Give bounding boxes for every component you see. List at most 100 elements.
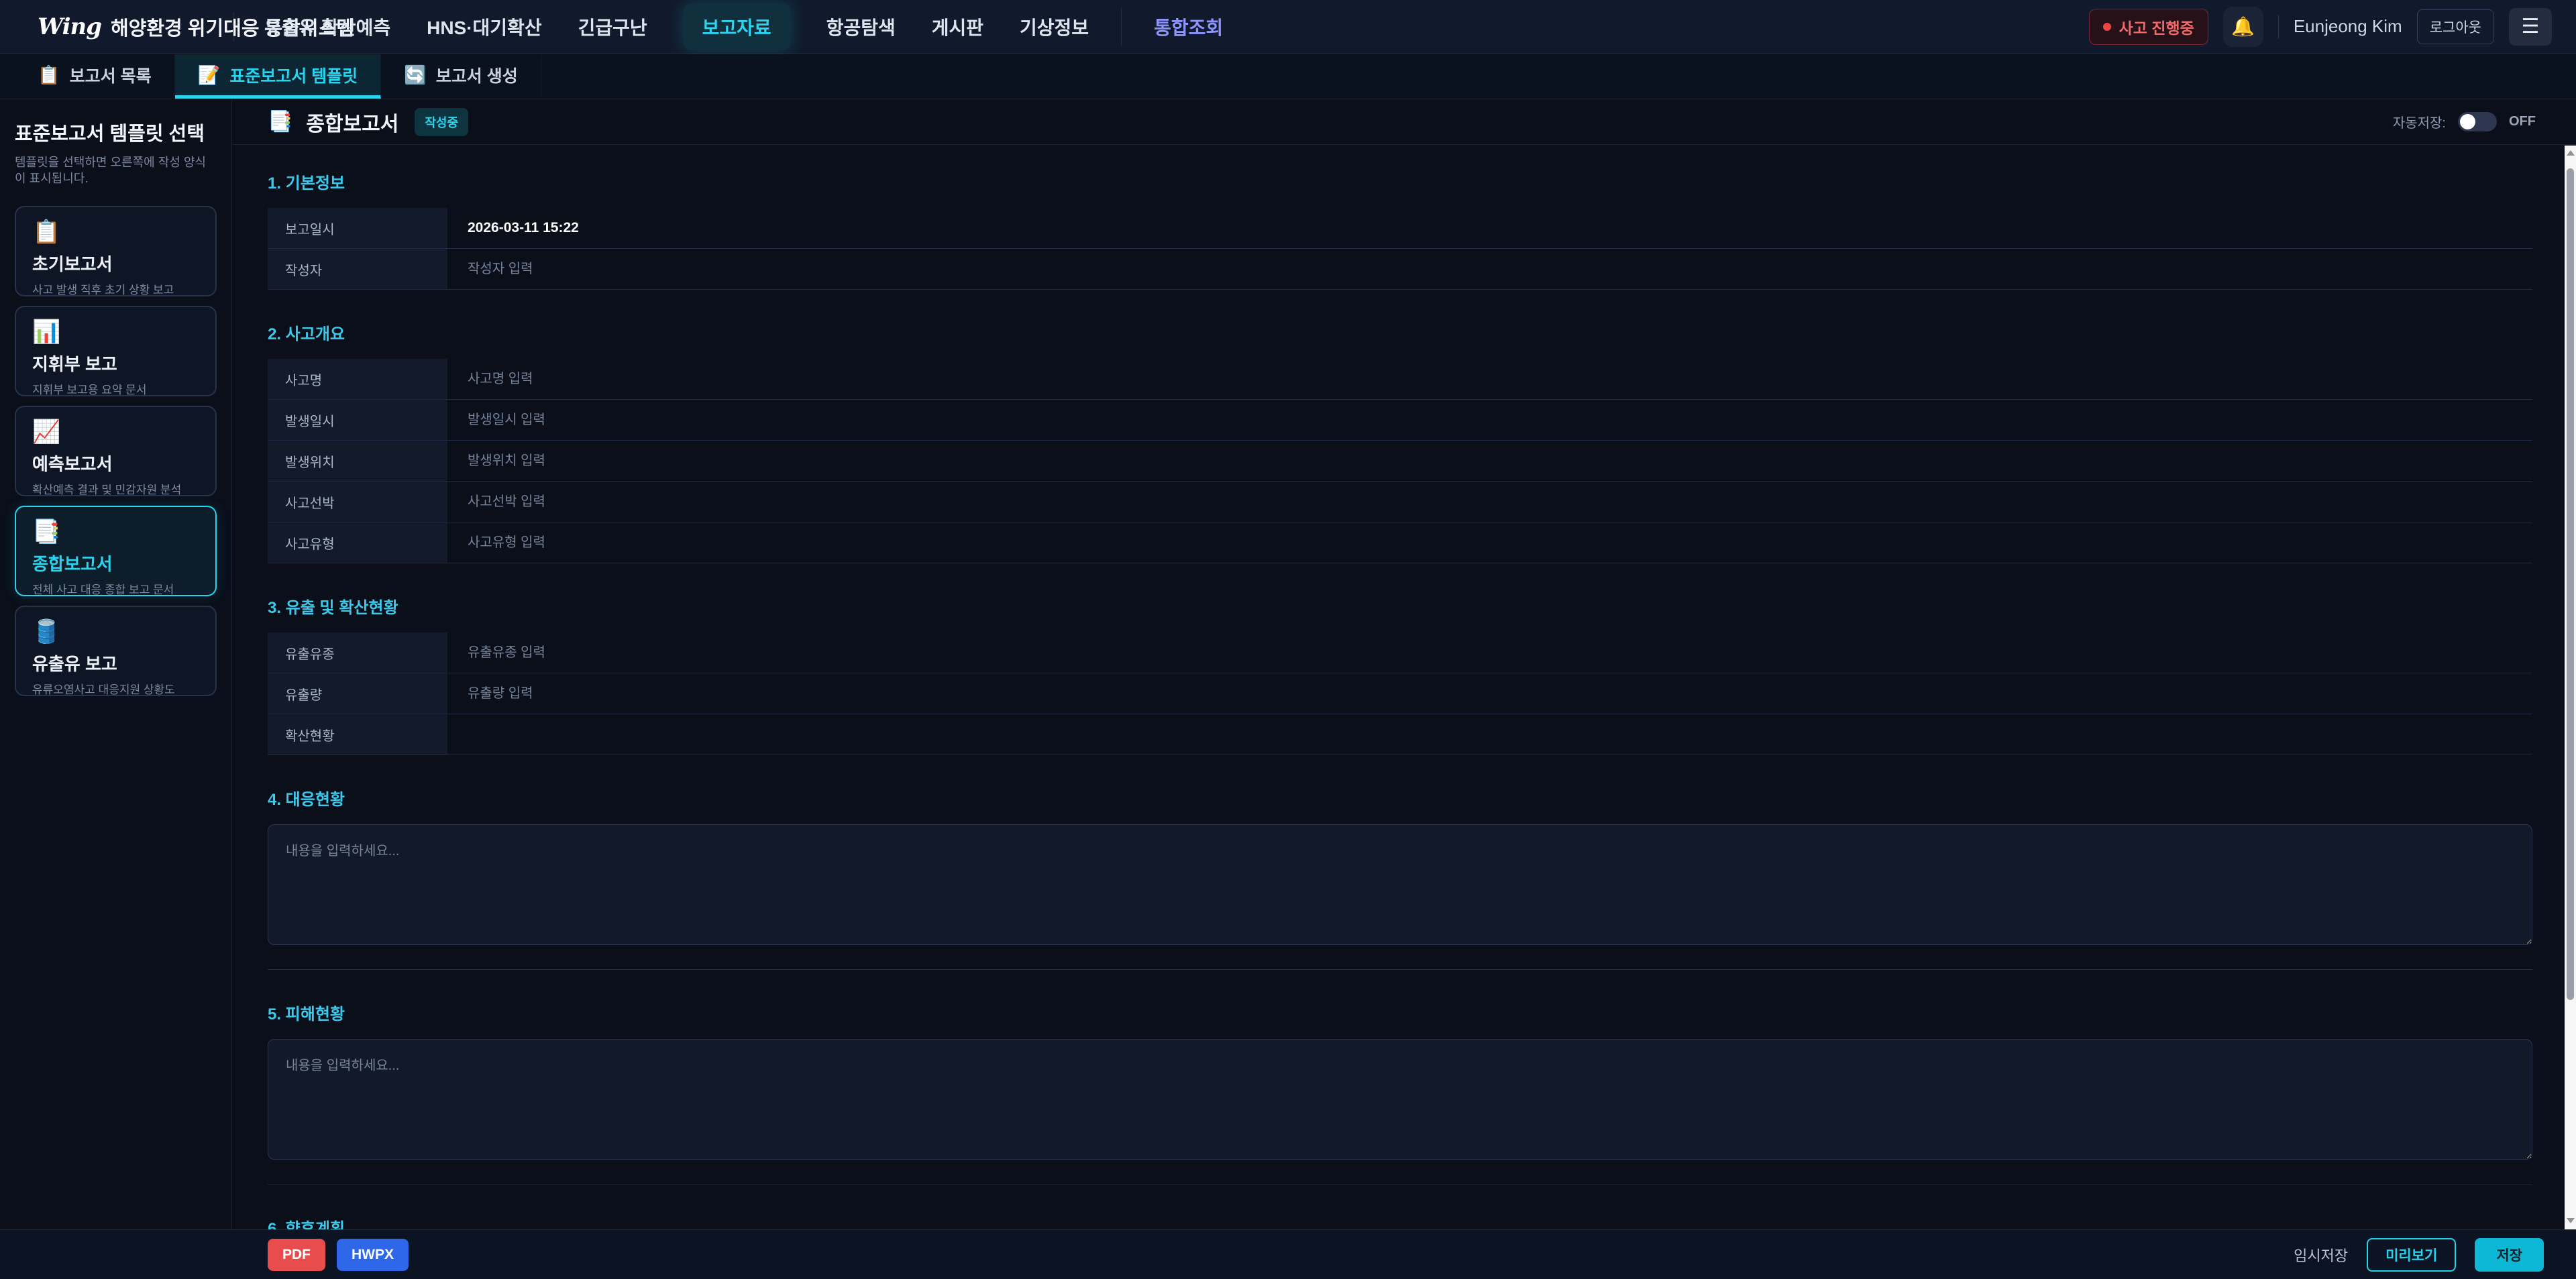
occurrence-location-input[interactable]: [468, 453, 2532, 469]
scrollbar-down-arrow[interactable]: [2565, 1213, 2576, 1228]
tab-report-list[interactable]: 📋 보고서 목록: [15, 54, 175, 99]
app-brand: Wing 해양환경 위기대응 통합시스템: [0, 13, 206, 41]
report-editor-panel: 📑 종합보고서 작성중 자동저장: OFF 1. 기본정보 보고일시 작성자 2…: [233, 99, 2576, 1229]
topbar-right-group: 사고 진행중 🔔 Eunjeong Kim 로그아웃 ☰: [2089, 7, 2576, 47]
template-card-title: 지휘부 보고: [32, 351, 199, 376]
tab-report-list-label: 보고서 목록: [70, 63, 152, 87]
damage-status-textarea[interactable]: [268, 1039, 2532, 1160]
bar-chart-icon: 📊: [32, 321, 199, 343]
user-name: Eunjeong Kim: [2294, 16, 2402, 37]
template-card-title: 초기보고서: [32, 251, 199, 276]
export-hwpx-button[interactable]: HWPX: [337, 1239, 409, 1271]
spill-diffusion-table: 유출유종 유출량 확산현황: [268, 632, 2532, 755]
nav-hns-air-diffusion[interactable]: HNS·대기확산: [427, 13, 541, 40]
triangle-up-icon: [2567, 150, 2575, 156]
memo-icon: 📝: [198, 64, 221, 86]
tab-standard-report-template[interactable]: 📝 표준보고서 템플릿: [175, 54, 382, 99]
clipboard-icon: 📋: [32, 221, 199, 243]
author-input[interactable]: [468, 262, 2532, 277]
row-label: 유출유종: [268, 632, 447, 673]
row-label: 확산현황: [268, 714, 447, 755]
autosave-toggle[interactable]: [2458, 112, 2497, 131]
row-label: 작성자: [268, 249, 447, 289]
section-title-basic-info: 1. 기본정보: [268, 170, 2532, 193]
row-label: 유출량: [268, 673, 447, 714]
incident-name-input[interactable]: [468, 372, 2532, 387]
report-title: 종합보고서: [306, 107, 398, 137]
incident-vessel-input[interactable]: [468, 494, 2532, 510]
status-badge-writing: 작성중: [415, 108, 468, 136]
spill-oil-type-input[interactable]: [468, 645, 2532, 661]
basic-info-table: 보고일시 작성자: [268, 208, 2532, 290]
template-card-initial-report[interactable]: 📋 초기보고서 사고 발생 직후 초기 상황 보고: [15, 206, 217, 296]
hamburger-menu-button[interactable]: ☰: [2509, 8, 2552, 46]
red-dot-icon: [2103, 23, 2111, 31]
nav-aerial-search[interactable]: 항공탐색: [826, 13, 896, 40]
template-card-title: 유출유 보고: [32, 651, 199, 675]
save-button[interactable]: 저장: [2475, 1238, 2544, 1272]
nav-report-data[interactable]: 보고자료: [684, 3, 790, 50]
template-card-title: 종합보고서: [32, 551, 199, 575]
template-card-desc: 사고 발생 직후 초기 상황 보고: [32, 280, 199, 297]
scrollbar-up-arrow[interactable]: [2565, 146, 2576, 160]
sidebar-subtitle: 템플릿을 선택하면 오른쪽에 작성 양식이 표시됩니다.: [15, 154, 217, 187]
nav-emergency-rescue[interactable]: 긴급구난: [578, 13, 647, 40]
form-row-occurrence-location: 발생위치: [268, 441, 2532, 482]
nav-weather-info[interactable]: 기상정보: [1020, 13, 1089, 40]
section-title-incident-overview: 2. 사고개요: [268, 321, 2532, 344]
tab-report-generation-label: 보고서 생성: [436, 63, 518, 87]
report-tab-bar: 📋 보고서 목록 📝 표준보고서 템플릿 🔄 보고서 생성: [0, 54, 2576, 99]
notification-bell-button[interactable]: 🔔: [2223, 7, 2263, 47]
form-row-incident-type: 사고유형: [268, 522, 2532, 563]
bell-icon: 🔔: [2231, 15, 2255, 38]
template-card-prediction-report[interactable]: 📈 예측보고서 확산예측 결과 및 민감자원 분석: [15, 406, 217, 496]
nav-oil-spill-prediction[interactable]: 유출유 확산예측: [264, 13, 390, 40]
report-datetime-input[interactable]: [468, 220, 2532, 236]
template-card-desc: 지휘부 보고용 요약 문서: [32, 380, 199, 397]
incident-in-progress-badge[interactable]: 사고 진행중: [2089, 9, 2208, 45]
export-pdf-button[interactable]: PDF: [268, 1239, 325, 1271]
autosave-label: 자동저장:: [2393, 112, 2446, 131]
vertical-scrollbar[interactable]: [2565, 146, 2576, 1229]
row-label: 발생위치: [268, 441, 447, 481]
temporary-save-button[interactable]: 임시저장: [2294, 1244, 2348, 1266]
oil-drum-icon: 🛢️: [32, 620, 199, 643]
toggle-knob: [2460, 114, 2475, 129]
divider: [1121, 7, 1122, 46]
form-row-incident-name: 사고명: [268, 359, 2532, 400]
template-card-oil-spill-report[interactable]: 🛢️ 유출유 보고 유류오염사고 대응지원 상황도: [15, 606, 217, 696]
row-label: 발생일시: [268, 400, 447, 440]
wing-logo: Wing: [38, 13, 101, 40]
bookmark-tabs-icon: 📑: [268, 110, 292, 133]
diffusion-status-input[interactable]: [468, 727, 2532, 742]
incident-type-input[interactable]: [468, 535, 2532, 551]
report-editor-header: 📑 종합보고서 작성중 자동저장: OFF: [233, 99, 2576, 145]
row-label: 사고유형: [268, 522, 447, 563]
form-row-spill-amount: 유출량: [268, 673, 2532, 714]
template-card-command-report[interactable]: 📊 지휘부 보고 지휘부 보고용 요약 문서: [15, 306, 217, 396]
row-label: 사고선박: [268, 482, 447, 522]
section-title-future-plan: 6. 향후계획: [268, 1215, 2532, 1229]
divider: [2278, 15, 2279, 39]
occurrence-datetime-input[interactable]: [468, 412, 2532, 428]
template-card-desc: 확산예측 결과 및 민감자원 분석: [32, 480, 199, 497]
logout-button[interactable]: 로그아웃: [2417, 9, 2494, 44]
template-card-title: 예측보고서: [32, 451, 199, 476]
preview-button[interactable]: 미리보기: [2367, 1238, 2456, 1272]
footer-right-group: 임시저장 미리보기 저장: [2294, 1238, 2544, 1272]
scrollbar-thumb[interactable]: [2567, 168, 2574, 1000]
section-divider: [268, 969, 2532, 970]
template-card-comprehensive-report[interactable]: 📑 종합보고서 전체 사고 대응 종합 보고 문서: [15, 506, 217, 596]
report-action-footer: PDF HWPX 임시저장 미리보기 저장: [0, 1229, 2576, 1279]
incident-overview-table: 사고명 발생일시 발생위치 사고선박 사고유형: [268, 359, 2532, 563]
form-row-report-datetime: 보고일시: [268, 208, 2532, 249]
hamburger-menu-icon: ☰: [2522, 15, 2540, 38]
spill-amount-input[interactable]: [468, 686, 2532, 702]
section-title-damage-status: 5. 피해현황: [268, 1001, 2532, 1024]
tab-report-generation[interactable]: 🔄 보고서 생성: [381, 54, 541, 99]
nav-integrated-search[interactable]: 통합조회: [1154, 13, 1223, 40]
row-label: 보고일시: [268, 208, 447, 248]
template-select-sidebar: 표준보고서 템플릿 선택 템플릿을 선택하면 오른쪽에 작성 양식이 표시됩니다…: [0, 99, 232, 1229]
response-status-textarea[interactable]: [268, 824, 2532, 945]
nav-bulletin-board[interactable]: 게시판: [932, 13, 983, 40]
